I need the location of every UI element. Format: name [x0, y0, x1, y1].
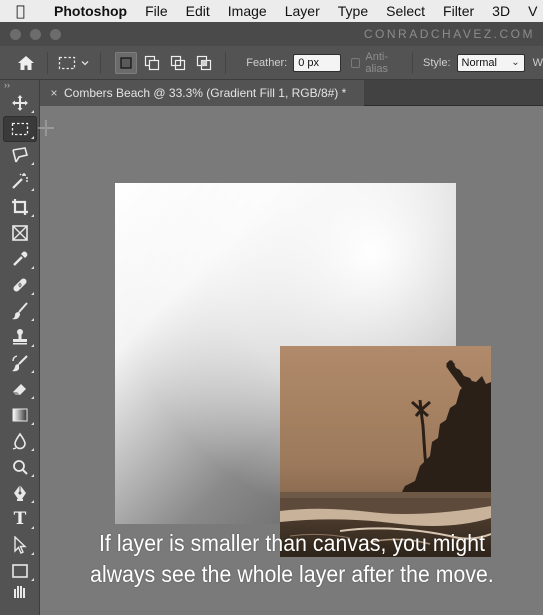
type-icon: T: [13, 509, 27, 529]
dodge-icon: [13, 460, 28, 475]
brush-tool[interactable]: [3, 298, 37, 324]
checkbox-icon: [351, 57, 361, 68]
blur-tool[interactable]: [3, 428, 37, 454]
menu-select[interactable]: Select: [386, 3, 425, 19]
style-select[interactable]: Normal ⌄: [456, 53, 525, 72]
window-titlebar: CONRADCHAVEZ.COM: [0, 22, 543, 46]
width-label: W: [532, 56, 543, 69]
window-zoom-button[interactable]: [50, 28, 61, 40]
lasso-icon: [12, 147, 28, 163]
pen-icon: [14, 485, 26, 501]
video-caption: If layer is smaller than canvas, you mig…: [61, 528, 523, 590]
menu-image[interactable]: Image: [228, 3, 267, 19]
document-canvas[interactable]: [115, 183, 491, 557]
rectangular-marquee-tool[interactable]: [3, 116, 37, 142]
frame-tool[interactable]: [3, 220, 37, 246]
antialias-checkbox[interactable]: Anti-alias: [351, 51, 406, 75]
rect-marquee-icon: [58, 56, 76, 69]
clone-stamp-tool[interactable]: [3, 324, 37, 350]
crop-tool[interactable]: [3, 194, 37, 220]
rectangle-icon: [12, 564, 28, 578]
bandage-icon: [13, 278, 27, 292]
eraser-icon: [13, 384, 26, 395]
chevron-down-icon: ⌄: [511, 56, 520, 68]
arrow-icon: [14, 536, 27, 554]
apple-icon[interactable]: : [16, 2, 38, 20]
gradient-tool[interactable]: [3, 402, 37, 428]
menu-layer[interactable]: Layer: [285, 3, 320, 19]
add-selection-button[interactable]: [141, 52, 163, 74]
caption-line-2: always see the whole layer after the mov…: [90, 561, 494, 587]
hand-tool[interactable]: [3, 584, 37, 598]
toolbar-separator: [47, 51, 48, 74]
document-tab-bar: × Combers Beach @ 33.3% (Gradient Fill 1…: [40, 80, 543, 106]
gradient-icon: [12, 408, 28, 422]
menu-file[interactable]: File: [145, 3, 168, 19]
rectangle-tool[interactable]: [3, 558, 37, 584]
menu-filter[interactable]: Filter: [443, 3, 474, 19]
tool-preset-picker[interactable]: [58, 56, 94, 70]
style-select-value: Normal: [461, 56, 497, 69]
beach-photo-layer[interactable]: [280, 346, 491, 557]
move-tool[interactable]: [3, 90, 37, 116]
toolbar-separator: [225, 51, 227, 74]
style-label: Style:: [423, 56, 451, 69]
menu-edit[interactable]: Edit: [186, 3, 210, 19]
window-minimize-button[interactable]: [30, 28, 41, 40]
stamp-icon: [13, 329, 27, 345]
document-title: Combers Beach @ 33.3% (Gradient Fill 1, …: [64, 86, 347, 100]
menu-app-photoshop[interactable]: Photoshop: [54, 3, 127, 19]
tools-panel: ›› T: [0, 80, 40, 615]
home-icon: [17, 55, 34, 70]
feather-input[interactable]: 0 px: [293, 53, 342, 72]
mac-menubar:  Photoshop File Edit Image Layer Type S…: [0, 0, 543, 22]
subtract-selection-button[interactable]: [167, 52, 189, 74]
watermark: CONRADCHAVEZ.COM: [363, 27, 535, 41]
magic-wand-tool[interactable]: [3, 168, 37, 194]
eraser-tool[interactable]: [3, 376, 37, 402]
crop-icon: [12, 199, 28, 215]
intersect-selection-button[interactable]: [193, 52, 215, 74]
pen-tool[interactable]: [3, 480, 37, 506]
beach-photo: [280, 346, 491, 557]
dodge-tool[interactable]: [3, 454, 37, 480]
selection-modes: [115, 51, 219, 74]
lasso-tool[interactable]: [3, 142, 37, 168]
hand-icon: [14, 586, 25, 598]
menu-view[interactable]: V: [528, 3, 537, 19]
crosshair-cursor-icon: [38, 120, 54, 136]
close-icon[interactable]: ×: [44, 86, 64, 100]
marquee-icon: [11, 122, 29, 136]
intersect-selection-icon: [197, 55, 212, 70]
path-selection-tool[interactable]: [3, 532, 37, 558]
toolbar-separator: [100, 51, 102, 74]
window-close-button[interactable]: [10, 28, 21, 40]
toolbar-separator: [412, 51, 414, 74]
magic-wand-icon: [12, 173, 28, 189]
drop-icon: [12, 432, 26, 450]
history-brush-tool[interactable]: [3, 350, 37, 376]
brush-icon: [12, 302, 28, 320]
new-selection-button[interactable]: [115, 51, 138, 74]
frame-icon: [12, 225, 28, 241]
subtract-selection-icon: [171, 55, 186, 70]
chevron-down-icon: [81, 60, 89, 65]
eyedropper-icon: [13, 251, 28, 266]
options-bar: Feather: 0 px Anti-alias Style: Normal ⌄…: [0, 46, 543, 80]
home-button[interactable]: [10, 49, 41, 77]
type-tool[interactable]: T: [3, 506, 37, 532]
menu-3d[interactable]: 3D: [492, 3, 510, 19]
document-tab[interactable]: × Combers Beach @ 33.3% (Gradient Fill 1…: [40, 80, 364, 106]
caption-line-1: If layer is smaller than canvas, you mig…: [98, 530, 486, 556]
feather-label: Feather:: [246, 56, 288, 69]
panel-collapse-icon[interactable]: ››: [0, 80, 39, 90]
new-selection-icon: [120, 56, 132, 69]
healing-brush-tool[interactable]: [3, 272, 37, 298]
add-selection-icon: [145, 55, 160, 70]
history-brush-icon: [12, 355, 28, 372]
move-icon: [12, 95, 28, 111]
antialias-label: Anti-alias: [365, 50, 388, 75]
menu-type[interactable]: Type: [338, 3, 368, 19]
eyedropper-tool[interactable]: [3, 246, 37, 272]
